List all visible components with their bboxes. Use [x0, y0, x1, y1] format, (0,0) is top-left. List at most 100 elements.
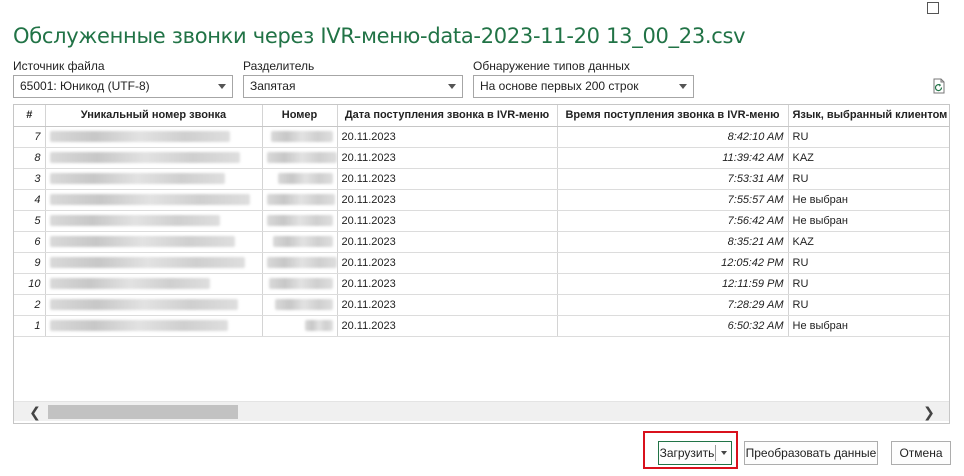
column-header-time[interactable]: Время поступления звонка в IVR-меню — [557, 105, 789, 127]
preview-table: # Уникальный номер звонка Номер Дата пос… — [14, 105, 949, 337]
table-row: 6 20.11.2023 8:35:21 AM KAZ — [14, 231, 949, 253]
redacted-call-id — [45, 189, 263, 211]
call-date: 20.11.2023 — [337, 252, 558, 274]
call-date: 20.11.2023 — [337, 126, 558, 148]
redacted-call-id — [45, 147, 263, 169]
maximize-button[interactable] — [927, 2, 939, 14]
table-row: 4 20.11.2023 7:55:57 AM Не выбран — [14, 189, 949, 211]
call-date: 20.11.2023 — [337, 294, 558, 316]
selected-language: RU — [788, 168, 949, 190]
row-index: 9 — [14, 252, 46, 274]
table-row: 10 20.11.2023 12:11:59 PM RU — [14, 273, 949, 295]
redacted-call-id — [45, 294, 263, 316]
delimiter-value: Запятая — [250, 79, 296, 93]
scroll-right-icon[interactable]: ❯ — [920, 404, 938, 420]
selected-language: RU — [788, 126, 949, 148]
redacted-call-id — [45, 315, 263, 337]
redacted-call-id — [45, 168, 263, 190]
redacted-number — [262, 315, 338, 337]
redacted-call-id — [45, 126, 263, 148]
table-row: 7 20.11.2023 8:42:10 AM RU — [14, 126, 949, 148]
horizontal-scrollbar[interactable]: ❮ ❯ — [14, 401, 949, 421]
row-index: 8 — [14, 147, 46, 169]
call-time: 11:39:42 AM — [557, 147, 789, 169]
table-row: 3 20.11.2023 7:53:31 AM RU — [14, 168, 949, 190]
load-button-divider — [715, 445, 716, 461]
selected-language: Не выбран — [788, 315, 949, 337]
row-index: 2 — [14, 294, 46, 316]
redacted-number — [262, 252, 338, 274]
call-time: 7:55:57 AM — [557, 189, 789, 211]
detection-dropdown[interactable]: На основе первых 200 строк — [473, 75, 694, 98]
refresh-icon[interactable] — [932, 78, 946, 94]
call-time: 6:50:32 AM — [557, 315, 789, 337]
selected-language: Не выбран — [788, 210, 949, 232]
redacted-call-id — [45, 273, 263, 295]
table-row: 5 20.11.2023 7:56:42 AM Не выбран — [14, 210, 949, 232]
scroll-left-icon[interactable]: ❮ — [26, 404, 44, 420]
redacted-call-id — [45, 231, 263, 253]
source-label: Источник файла — [13, 59, 105, 73]
call-date: 20.11.2023 — [337, 210, 558, 232]
row-index: 4 — [14, 189, 46, 211]
cancel-button[interactable]: Отмена — [891, 441, 951, 465]
column-header-index[interactable]: # — [14, 105, 46, 127]
load-dropdown-chevron-icon[interactable] — [721, 451, 727, 455]
selected-language: KAZ — [788, 147, 949, 169]
selected-language: KAZ — [788, 231, 949, 253]
detection-value: На основе первых 200 строк — [480, 79, 639, 93]
redacted-number — [262, 189, 338, 211]
row-index: 6 — [14, 231, 46, 253]
row-index: 5 — [14, 210, 46, 232]
call-time: 7:28:29 AM — [557, 294, 789, 316]
delimiter-dropdown[interactable]: Запятая — [243, 75, 463, 98]
dialog-title: Обслуженные звонки через IVR-меню-data-2… — [13, 24, 746, 48]
call-time: 7:56:42 AM — [557, 210, 789, 232]
table-row: 2 20.11.2023 7:28:29 AM RU — [14, 294, 949, 316]
chevron-down-icon — [218, 84, 226, 89]
call-time: 12:11:59 PM — [557, 273, 789, 295]
source-dropdown[interactable]: 65001: Юникод (UTF-8) — [13, 75, 233, 98]
redacted-call-id — [45, 210, 263, 232]
detection-label: Обнаружение типов данных — [473, 59, 630, 73]
column-header-date[interactable]: Дата поступления звонка в IVR-меню — [337, 105, 558, 127]
redacted-call-id — [45, 252, 263, 274]
table-row: 8 20.11.2023 11:39:42 AM KAZ — [14, 147, 949, 169]
load-button[interactable]: Загрузить — [658, 441, 732, 465]
table-body: 7 20.11.2023 8:42:10 AM RU 8 20.11.2023 11:39:… — [14, 126, 949, 337]
row-index: 3 — [14, 168, 46, 190]
chevron-down-icon — [448, 84, 456, 89]
row-index: 10 — [14, 273, 46, 295]
column-header-number[interactable]: Номер — [262, 105, 338, 127]
call-date: 20.11.2023 — [337, 273, 558, 295]
selected-language: RU — [788, 252, 949, 274]
transform-data-button[interactable]: Преобразовать данные — [744, 441, 878, 465]
load-button-label[interactable]: Загрузить — [659, 442, 715, 464]
column-header-call-id[interactable]: Уникальный номер звонка — [45, 105, 263, 127]
row-index: 7 — [14, 126, 46, 148]
redacted-number — [262, 126, 338, 148]
table-row: 9 20.11.2023 12:05:42 PM RU — [14, 252, 949, 274]
header-row: # Уникальный номер звонка Номер Дата пос… — [14, 105, 949, 127]
table-row: 1 20.11.2023 6:50:32 AM Не выбран — [14, 315, 949, 337]
call-time: 7:53:31 AM — [557, 168, 789, 190]
call-date: 20.11.2023 — [337, 315, 558, 337]
call-date: 20.11.2023 — [337, 231, 558, 253]
column-header-language[interactable]: Язык, выбранный клиентом в I — [788, 105, 949, 127]
call-date: 20.11.2023 — [337, 168, 558, 190]
delimiter-label: Разделитель — [243, 59, 315, 73]
scrollbar-thumb[interactable] — [48, 405, 238, 419]
row-index: 1 — [14, 315, 46, 337]
data-preview-grid[interactable]: # Уникальный номер звонка Номер Дата пос… — [13, 104, 950, 424]
call-time: 8:42:10 AM — [557, 126, 789, 148]
selected-language: RU — [788, 273, 949, 295]
redacted-number — [262, 147, 338, 169]
chevron-down-icon — [679, 84, 687, 89]
call-date: 20.11.2023 — [337, 189, 558, 211]
redacted-number — [262, 273, 338, 295]
source-value: 65001: Юникод (UTF-8) — [20, 79, 150, 93]
call-time: 12:05:42 PM — [557, 252, 789, 274]
redacted-number — [262, 294, 338, 316]
call-time: 8:35:21 AM — [557, 231, 789, 253]
redacted-number — [262, 168, 338, 190]
